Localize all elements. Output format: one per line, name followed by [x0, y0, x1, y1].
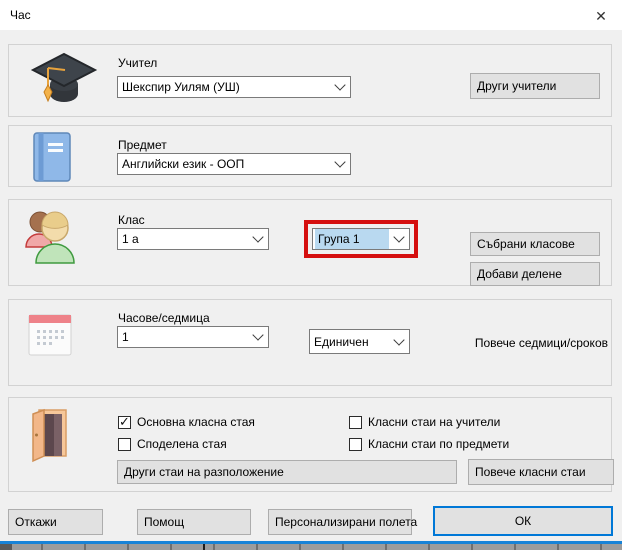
students-icon	[23, 209, 79, 267]
teacher-classrooms-label[interactable]: Класни стаи на учители	[368, 415, 500, 429]
background-window-edge	[0, 544, 622, 550]
group-combobox-value: Група 1	[315, 229, 389, 249]
subject-classrooms-label[interactable]: Класни стаи по предмети	[368, 437, 509, 451]
teacher-combobox-value: Шекспир Уилям (УШ)	[118, 77, 330, 97]
close-icon[interactable]: ✕	[591, 6, 611, 26]
hours-section: Часове/седмица 1 Единичен Повече седмици…	[8, 299, 612, 386]
shared-room-checkbox[interactable]	[118, 438, 131, 451]
help-button[interactable]: Помощ	[137, 509, 251, 535]
rooms-section: Основна класна стая Споделена стая Класн…	[8, 397, 612, 492]
class-label: Клас	[118, 213, 145, 227]
teacher-classrooms-checkbox[interactable]	[349, 416, 362, 429]
more-weeks-terms-link[interactable]: Повече седмици/сроков	[456, 336, 608, 350]
lesson-dialog: Час ✕ Учител Шекспир Уилям (УШ) Други уч…	[0, 0, 622, 550]
graduation-cap-icon	[27, 51, 101, 109]
hours-combobox-value: 1	[118, 327, 248, 347]
other-available-rooms-button[interactable]: Други стаи на разположение	[117, 460, 457, 484]
group-combobox[interactable]: Група 1	[312, 228, 410, 250]
hours-per-week-label: Часове/седмица	[118, 311, 210, 325]
subject-combobox-value: Английски език - ООП	[118, 154, 330, 174]
chevron-down-icon	[248, 327, 268, 347]
period-type-combobox[interactable]: Единичен	[309, 329, 410, 354]
subject-classrooms-checkbox[interactable]	[349, 438, 362, 451]
book-icon	[31, 131, 73, 183]
joined-classes-button[interactable]: Събрани класове	[470, 232, 600, 256]
other-teachers-button[interactable]: Други учители	[470, 73, 600, 99]
chevron-down-icon	[389, 330, 409, 353]
chevron-down-icon	[248, 229, 268, 249]
title-bar: Час ✕	[0, 0, 622, 30]
door-icon	[29, 407, 69, 463]
teacher-section: Учител Шекспир Уилям (УШ) Други учители	[8, 44, 612, 117]
class-combobox-value: 1 а	[118, 229, 248, 249]
more-classrooms-button[interactable]: Повече класни стаи	[468, 459, 614, 485]
main-classroom-checkbox[interactable]	[118, 416, 131, 429]
main-classroom-label[interactable]: Основна класна стая	[137, 415, 255, 429]
custom-fields-button[interactable]: Персонализирани полета	[268, 509, 412, 535]
cancel-button[interactable]: Откажи	[8, 509, 103, 535]
add-division-button[interactable]: Добави делене	[470, 262, 600, 286]
shared-room-label[interactable]: Споделена стая	[137, 437, 227, 451]
hours-combobox[interactable]: 1	[117, 326, 269, 348]
chevron-down-icon	[389, 229, 409, 249]
ok-button[interactable]: ОК	[433, 506, 613, 536]
subject-section: Предмет Английски език - ООП	[8, 125, 612, 187]
chevron-down-icon	[330, 154, 350, 174]
period-type-combobox-value: Единичен	[310, 330, 389, 353]
background-window-divider	[203, 544, 205, 550]
subject-label: Предмет	[118, 138, 167, 152]
window-title: Час	[10, 8, 31, 22]
background-window-corner	[0, 544, 12, 550]
subject-combobox[interactable]: Английски език - ООП	[117, 153, 351, 175]
teacher-combobox[interactable]: Шекспир Уилям (УШ)	[117, 76, 351, 98]
calendar-icon	[27, 312, 73, 358]
teacher-label: Учител	[118, 56, 157, 70]
class-combobox[interactable]: 1 а	[117, 228, 269, 250]
chevron-down-icon	[330, 77, 350, 97]
